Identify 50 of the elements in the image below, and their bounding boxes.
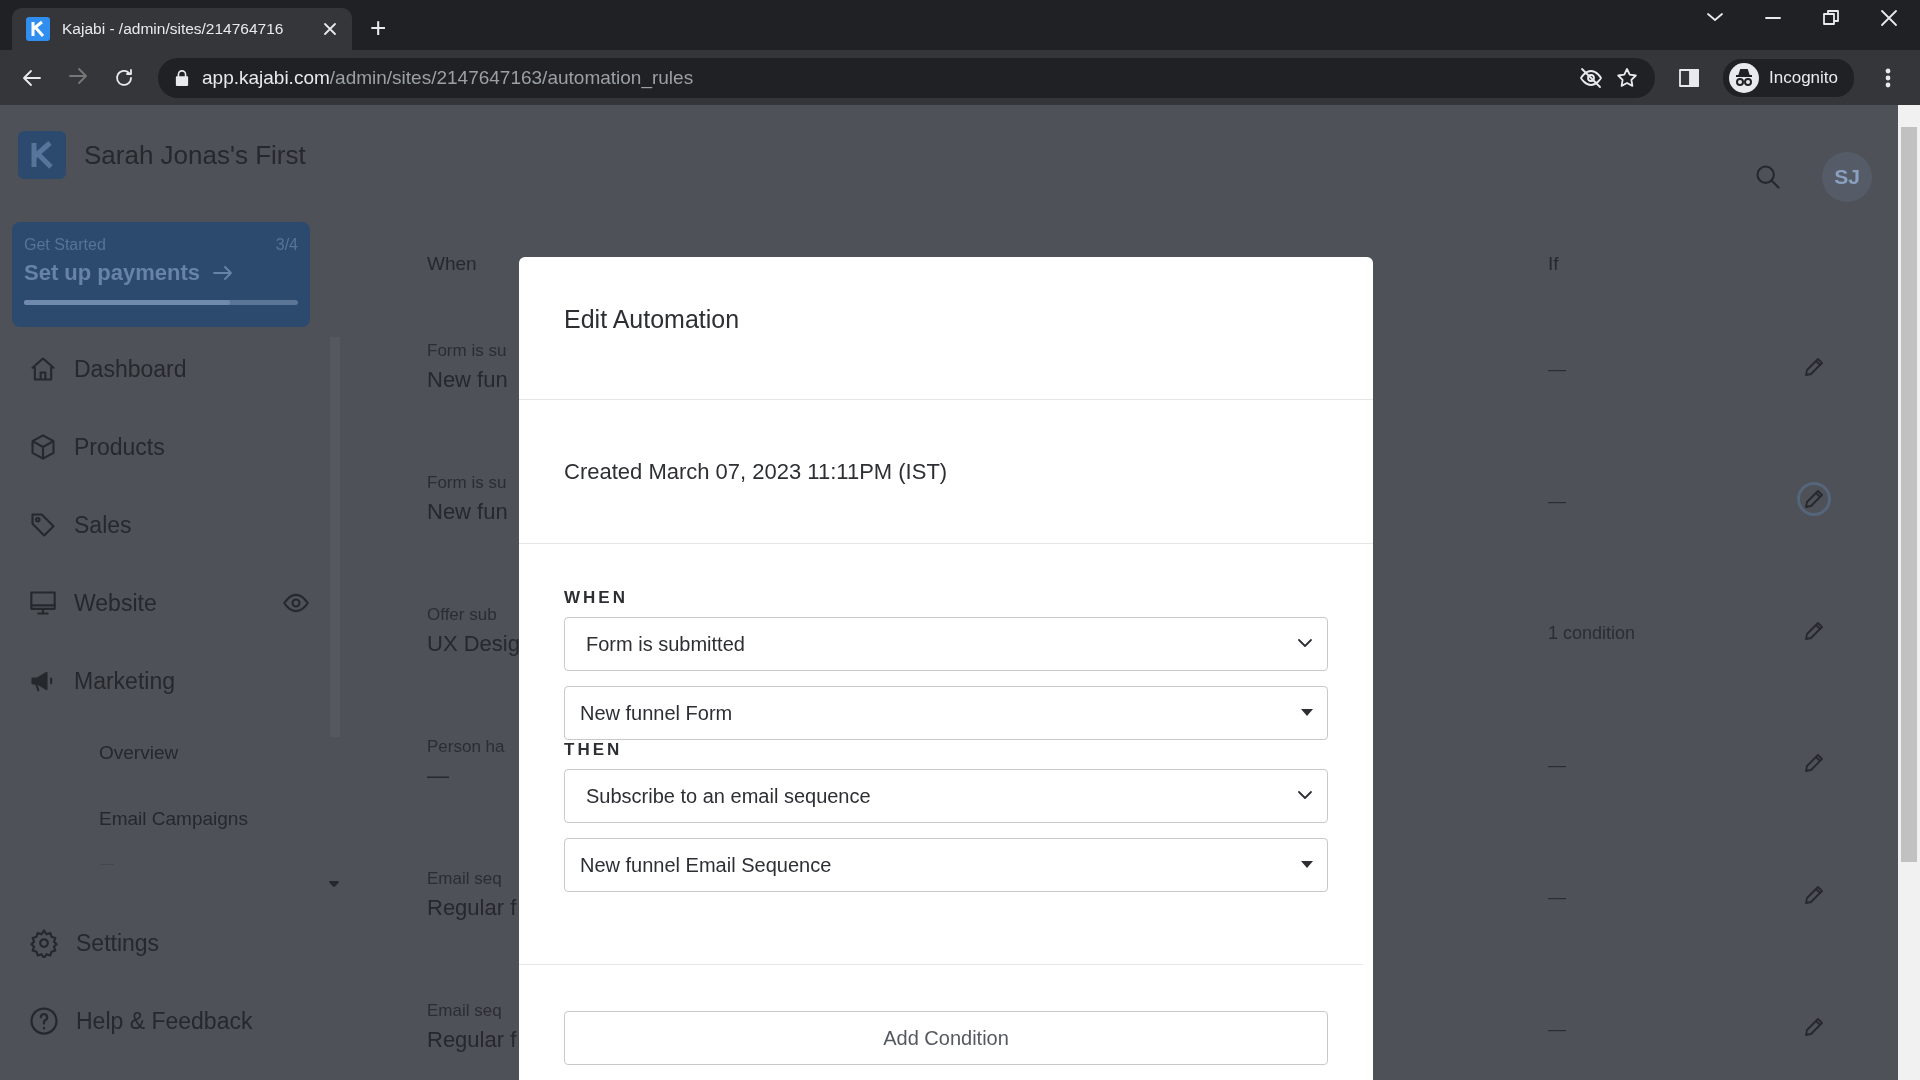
- setup-payments-link: Set up payments: [24, 259, 201, 286]
- pencil-icon: [1802, 487, 1826, 511]
- caret-down-icon: [1301, 861, 1313, 869]
- section-label: THEN: [564, 740, 624, 761]
- pencil-icon: [1802, 751, 1826, 775]
- close-icon[interactable]: [1880, 9, 1898, 27]
- condition-text: —: [1548, 489, 1566, 512]
- condition-text: —: [1548, 1017, 1566, 1040]
- add-condition-button[interactable]: Add Condition: [564, 1011, 1328, 1065]
- tag-icon: [29, 511, 57, 539]
- star-icon[interactable]: [1615, 65, 1639, 90]
- caret-down-icon[interactable]: [328, 879, 340, 889]
- pencil-icon: [1802, 619, 1826, 643]
- kajabi-logo-icon[interactable]: [18, 131, 66, 180]
- condition-text: —: [1548, 885, 1566, 908]
- help-icon: [29, 1006, 59, 1036]
- lock-icon: [174, 68, 190, 87]
- select-field[interactable]: New funnel Email Sequence: [564, 838, 1328, 892]
- tab-title: Kajabi - /admin/sites/214764716: [62, 20, 285, 38]
- user-avatar[interactable]: SJ: [1822, 151, 1872, 202]
- house-icon: [29, 355, 57, 383]
- search-icon[interactable]: [1754, 162, 1782, 191]
- monitor-icon: [29, 589, 57, 617]
- condition-text: —: [1548, 753, 1566, 776]
- restore-icon[interactable]: [1822, 9, 1840, 27]
- pencil-icon: [1802, 1015, 1826, 1039]
- new-tab-button[interactable]: +: [370, 12, 387, 44]
- select-field[interactable]: Form is submitted: [564, 617, 1328, 671]
- edit-button[interactable]: [1797, 482, 1831, 516]
- scrollbar[interactable]: [1898, 105, 1920, 1080]
- box-icon: [29, 433, 57, 461]
- incognito-icon: [1729, 62, 1759, 93]
- incognito-button[interactable]: Incognito: [1723, 58, 1854, 97]
- caret-down-icon: [1301, 709, 1313, 717]
- url-text: app.kajabi.com/admin/sites/2147647163/automation_rules: [202, 66, 694, 89]
- select-field[interactable]: New funnel Form: [564, 686, 1328, 740]
- pencil-icon: [1802, 883, 1826, 907]
- select-field[interactable]: Subscribe to an email sequence: [564, 769, 1328, 823]
- browser-tab[interactable]: Kajabi - /admin/sites/214764716: [12, 8, 352, 50]
- close-icon[interactable]: [322, 21, 338, 37]
- pencil-icon: [1802, 355, 1826, 379]
- kajabi-logo-icon: [26, 17, 50, 41]
- section-label: WHEN: [564, 588, 629, 609]
- modal-title: Edit Automation: [519, 257, 1373, 400]
- condition-text: —: [1548, 357, 1566, 380]
- created-date: Created March 07, 2023 11:11PM (IST): [564, 458, 948, 485]
- address-bar[interactable]: app.kajabi.com/admin/sites/2147647163/automation_rules: [158, 57, 1655, 98]
- settings-icon: [29, 928, 59, 958]
- eye-off-icon[interactable]: [1579, 65, 1603, 90]
- trigger-target: —: [427, 763, 449, 789]
